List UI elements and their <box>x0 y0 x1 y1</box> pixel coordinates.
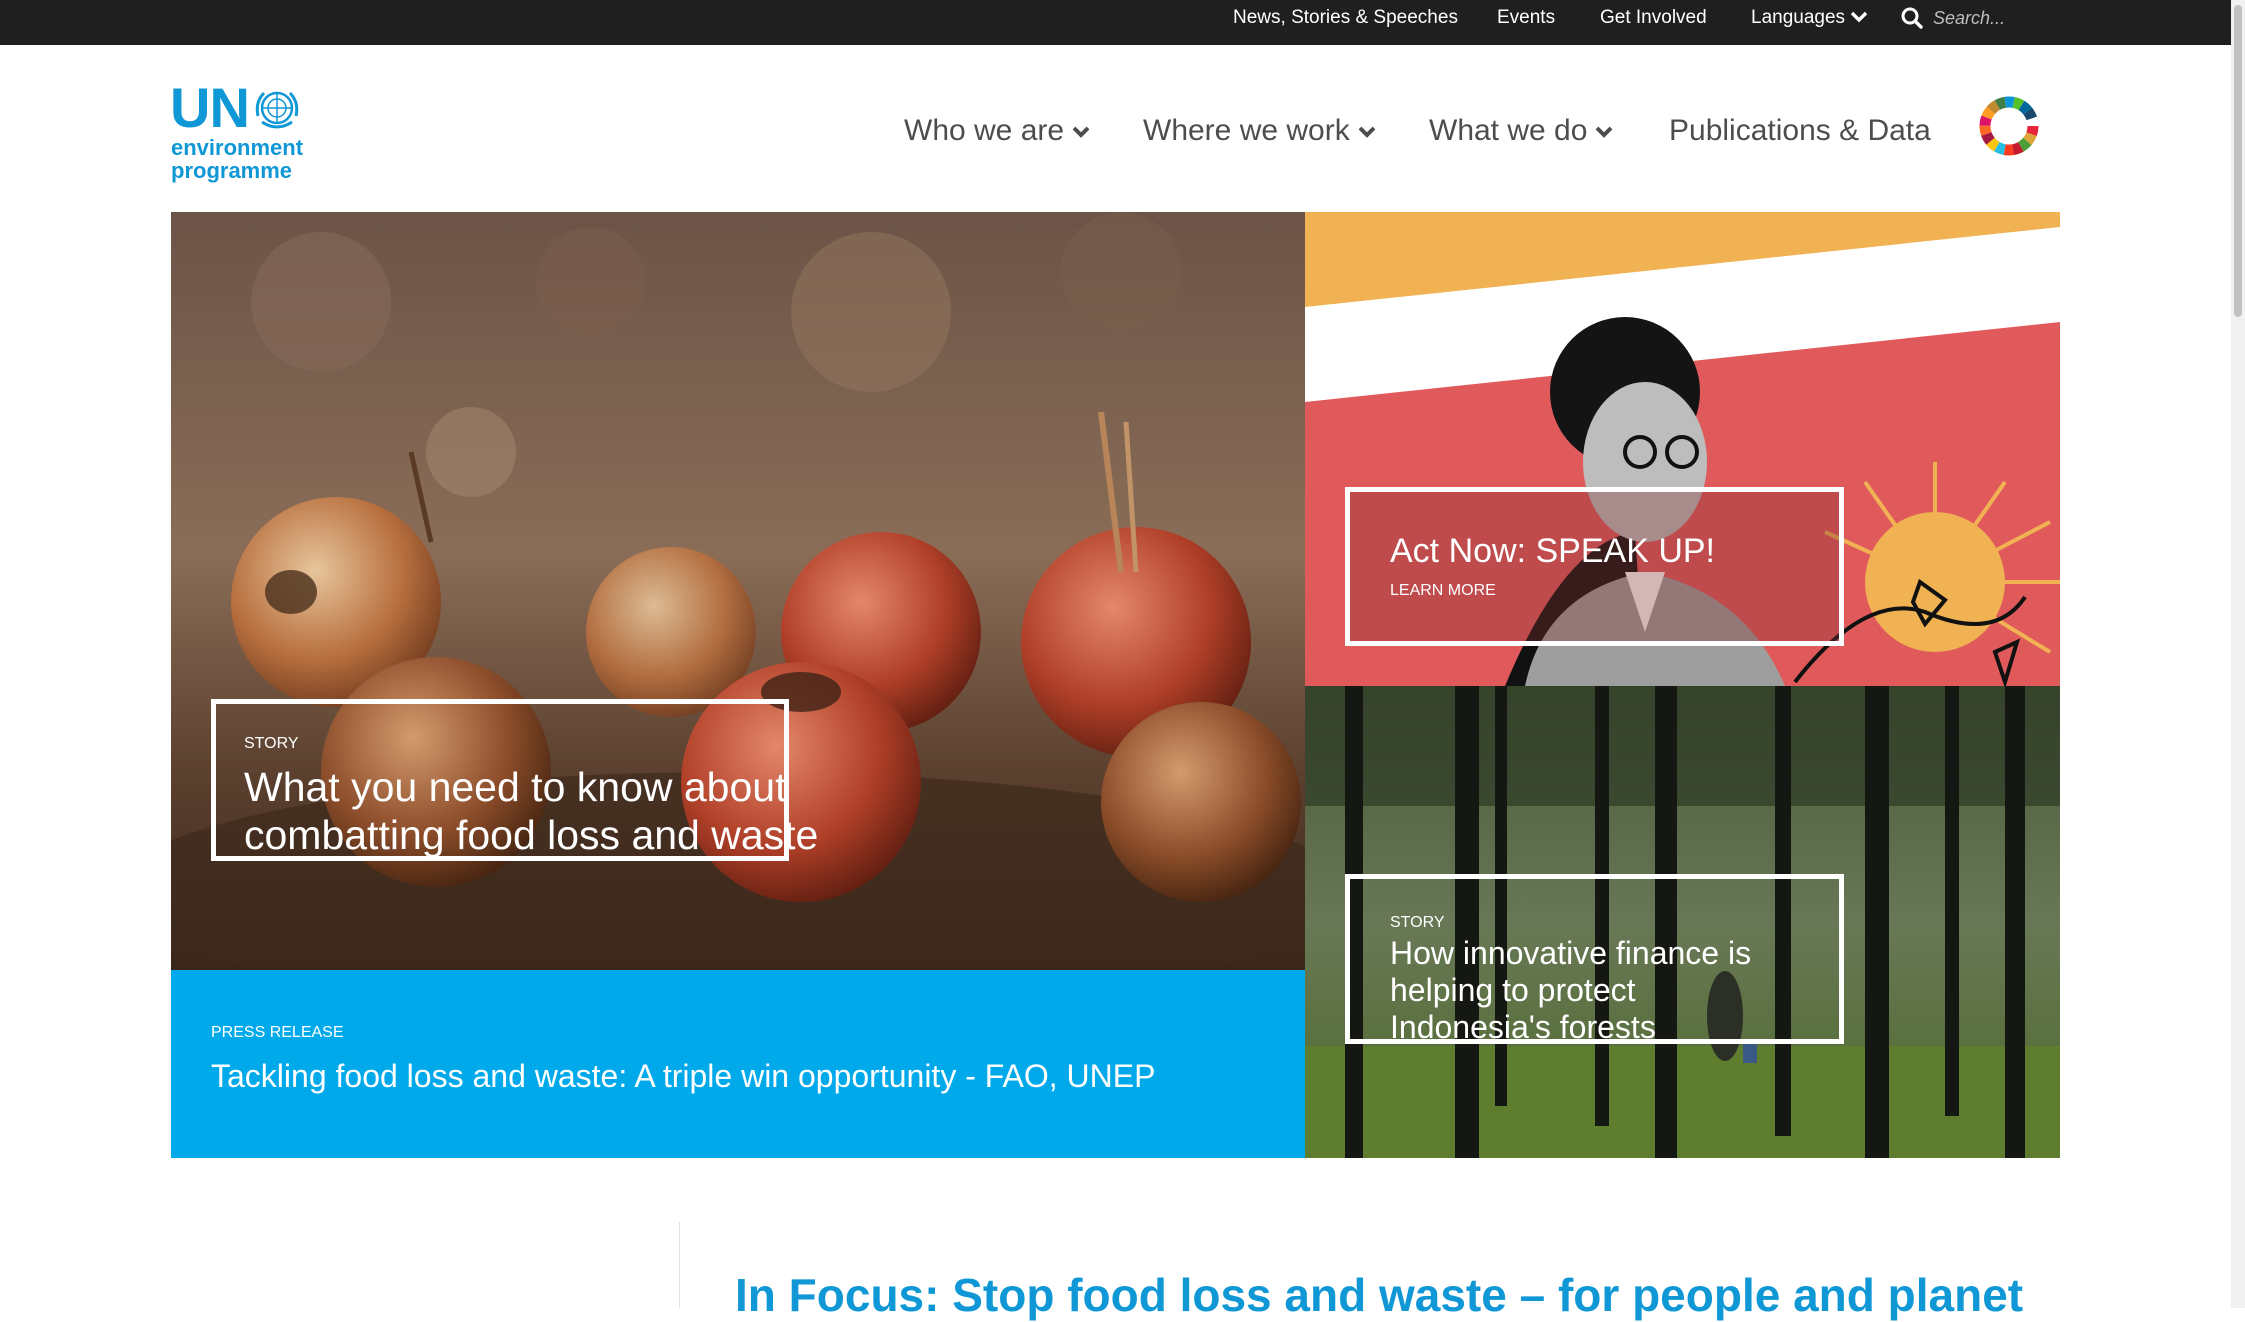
forest-story-title-line2: helping to protect <box>1390 972 1636 1008</box>
chevron-down-icon <box>1358 126 1376 138</box>
logo-environment-text: environment <box>171 135 304 160</box>
chevron-down-icon <box>1072 126 1090 138</box>
section-divider <box>679 1222 680 1308</box>
nav-label: Publications & Data <box>1669 114 1931 147</box>
top-utility-bar: News, Stories & Speeches Events Get Invo… <box>0 0 2231 45</box>
search-input[interactable] <box>1933 6 2058 30</box>
press-release-banner[interactable]: PRESS RELEASE Tackling food loss and was… <box>171 970 1305 1158</box>
press-release-title[interactable]: Tackling food loss and waste: A triple w… <box>211 1058 1155 1095</box>
chevron-down-icon <box>1596 126 1613 138</box>
topbar-link-languages[interactable]: Languages <box>1751 8 1845 28</box>
hero-story-food-waste[interactable]: STORY What you need to know about combat… <box>171 212 1305 970</box>
nav-who-we-are[interactable]: Who we are <box>904 111 1090 151</box>
nav-label: Where we work <box>1143 114 1350 147</box>
forest-story-title-line1: How innovative finance is <box>1390 935 1752 971</box>
story-kicker: STORY <box>1390 914 1445 931</box>
chevron-down-icon[interactable] <box>1850 10 1868 24</box>
forest-story-card[interactable]: STORY How innovative finance is helping … <box>1345 874 1844 1045</box>
nav-label: What we do <box>1429 114 1588 147</box>
sdg-wheel-icon[interactable] <box>1978 95 2040 157</box>
topbar-link-news[interactable]: News, Stories & Speeches <box>1233 8 1458 28</box>
unep-logo[interactable]: UN environment programme <box>170 80 320 190</box>
nav-publications-data[interactable]: Publications & Data <box>1669 111 1931 151</box>
topbar-link-events[interactable]: Events <box>1497 8 1555 28</box>
hero-story-title-line2: combatting food loss and waste <box>244 812 819 858</box>
nav-what-we-do[interactable]: What we do <box>1429 111 1613 151</box>
hero-story-card[interactable]: STORY What you need to know about combat… <box>211 699 818 861</box>
logo-un-text: UN <box>170 76 250 139</box>
in-focus-heading[interactable]: In Focus: Stop food loss and waste – for… <box>735 1268 2023 1322</box>
hero-story-title-line1: What you need to know about <box>244 764 787 810</box>
story-kicker: STORY <box>244 735 299 752</box>
logo-programme-text: programme <box>171 158 293 183</box>
press-release-kicker: PRESS RELEASE <box>211 1024 344 1041</box>
learn-more-link[interactable]: LEARN MORE <box>1390 582 1496 600</box>
act-now-card[interactable]: Act Now: SPEAK UP! LEARN MORE <box>1345 487 1844 646</box>
nav-where-we-work[interactable]: Where we work <box>1143 111 1376 151</box>
topbar-link-get-involved[interactable]: Get Involved <box>1600 8 1707 28</box>
search-icon[interactable] <box>1900 6 1924 30</box>
forest-story[interactable]: STORY How innovative finance is helping … <box>1305 686 2060 1158</box>
scrollbar-thumb[interactable] <box>2234 5 2242 317</box>
act-now-title: Act Now: SPEAK UP! <box>1390 532 1715 570</box>
forest-story-title-line3: Indonesia's forests <box>1390 1009 1656 1045</box>
act-now-promo[interactable]: Act Now: SPEAK UP! LEARN MORE <box>1305 212 2060 686</box>
nav-label: Who we are <box>904 114 1065 147</box>
un-emblem-icon <box>255 91 299 129</box>
